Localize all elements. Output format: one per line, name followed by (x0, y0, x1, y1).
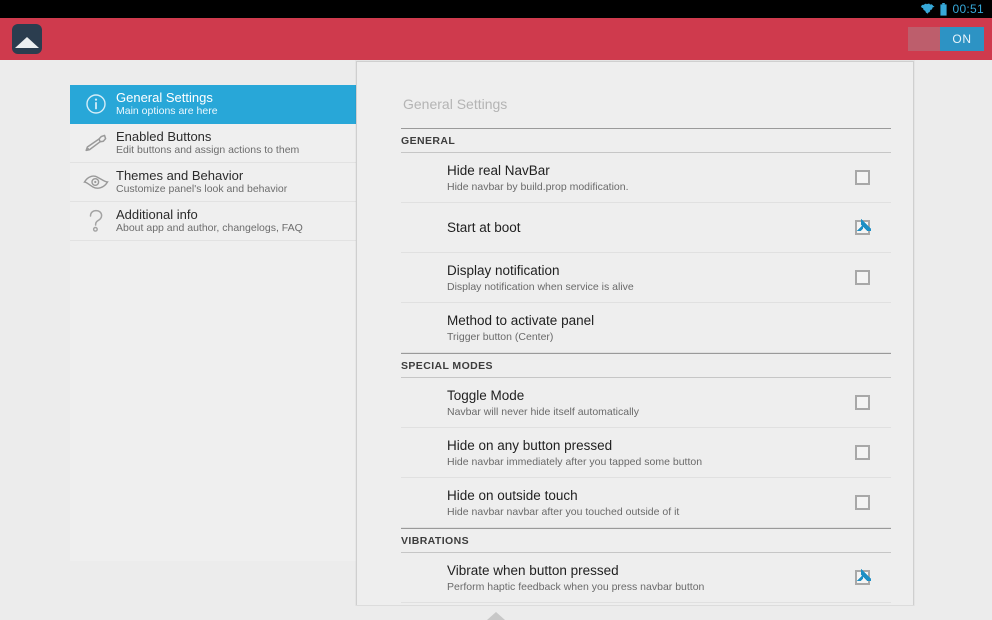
sidebar-item-title: Enabled Buttons (116, 129, 212, 144)
sidebar-item-title: Additional info (116, 207, 198, 222)
pref-row-display-notification[interactable]: Display notification Display notificatio… (401, 253, 891, 303)
sidebar-item-title: General Settings (116, 90, 213, 105)
sidebar-item-enabled-buttons[interactable]: Enabled Buttons Edit buttons and assign … (70, 124, 359, 163)
sidebar-item-general-settings[interactable]: General Settings Main options are here (70, 85, 359, 124)
pref-title: Hide real NavBar (447, 162, 550, 178)
system-nav-handle[interactable] (0, 606, 992, 620)
pref-row-hide-on-outside-touch[interactable]: Hide on outside touch Hide navbar navbar… (401, 478, 891, 528)
pref-subtitle: Trigger button (Center) (447, 330, 554, 343)
pref-subtitle: Navbar will never hide itself automatica… (447, 405, 639, 418)
pref-title: Start at boot (447, 219, 521, 235)
checkbox-hide-on-outside-touch[interactable] (845, 495, 879, 510)
eye-icon (79, 173, 113, 191)
pref-row-method-to-activate-panel[interactable]: Method to activate panel Trigger button … (401, 303, 891, 353)
checkbox-vibrate-when-button-pressed[interactable] (845, 569, 879, 585)
settings-nav-list: General Settings Main options are here E… (70, 85, 360, 561)
sidebar-item-subtitle: About app and author, changelogs, FAQ (116, 222, 303, 234)
checkbox-toggle-mode[interactable] (845, 395, 879, 410)
master-switch[interactable]: ON (908, 27, 984, 51)
action-bar: ON (0, 18, 992, 60)
pref-row-hide-on-any-button-pressed[interactable]: Hide on any button pressed Hide navbar i… (401, 428, 891, 478)
checkbox-start-at-boot[interactable] (845, 219, 879, 235)
checkbox-hide-real-navbar[interactable] (845, 170, 879, 185)
page-title: General Settings (403, 96, 508, 112)
nav-up-triangle-icon[interactable] (487, 612, 505, 620)
device-screen: 00:51 ON General Settings Main options a… (0, 0, 992, 620)
pref-title: Toggle Mode (447, 387, 525, 403)
wifi-icon (920, 3, 936, 15)
sidebar-item-subtitle: Edit buttons and assign actions to them (116, 144, 300, 156)
sidebar-item-subtitle: Main options are here (116, 105, 218, 117)
section-header-special-modes: SPECIAL MODES (401, 353, 891, 378)
wrench-icon (79, 132, 113, 154)
battery-icon (940, 2, 948, 16)
pref-title: Hide on outside touch (447, 487, 578, 503)
pref-row-start-at-boot[interactable]: Start at boot (401, 203, 891, 253)
pref-title: Display notification (447, 262, 560, 278)
pref-subtitle: Hide navbar by build.prop modification. (447, 180, 629, 193)
status-bar-clock: 00:51 (952, 2, 984, 16)
app-logo-icon (12, 24, 42, 54)
preferences-panel: General Settings GENERAL Hide real NavBa… (356, 61, 914, 620)
pref-row-toggle-mode[interactable]: Toggle Mode Navbar will never hide itsel… (401, 378, 891, 428)
no-control (845, 320, 879, 335)
pref-subtitle: Hide navbar immediately after you tapped… (447, 455, 703, 468)
sidebar-item-themes-and-behavior[interactable]: Themes and Behavior Customize panel's lo… (70, 163, 359, 202)
pref-title: Vibrate when button pressed (447, 562, 619, 578)
info-circle-icon (79, 93, 113, 115)
pref-title: Hide on any button pressed (447, 437, 613, 453)
section-header-general: GENERAL (401, 128, 891, 153)
question-mark-icon (79, 209, 113, 233)
section-header-vibrations: VIBRATIONS (401, 528, 891, 553)
pref-subtitle: Display notification when service is ali… (447, 280, 634, 293)
sidebar-item-additional-info[interactable]: Additional info About app and author, ch… (70, 202, 359, 241)
sidebar-item-title: Themes and Behavior (116, 168, 244, 183)
checkbox-display-notification[interactable] (845, 270, 879, 285)
checkbox-hide-on-any-button-pressed[interactable] (845, 445, 879, 460)
master-switch-label: ON (940, 27, 984, 51)
pref-subtitle: Hide navbar navbar after you touched out… (447, 505, 680, 518)
pref-row-hide-real-navbar[interactable]: Hide real NavBar Hide navbar by build.pr… (401, 153, 891, 203)
pref-subtitle: Perform haptic feedback when you press n… (447, 580, 705, 593)
sidebar-item-subtitle: Customize panel's look and behavior (116, 183, 288, 195)
pref-title: Method to activate panel (447, 312, 595, 328)
pref-row-vibrate-when-button-pressed[interactable]: Vibrate when button pressed Perform hapt… (401, 553, 891, 603)
status-bar: 00:51 (0, 0, 992, 18)
